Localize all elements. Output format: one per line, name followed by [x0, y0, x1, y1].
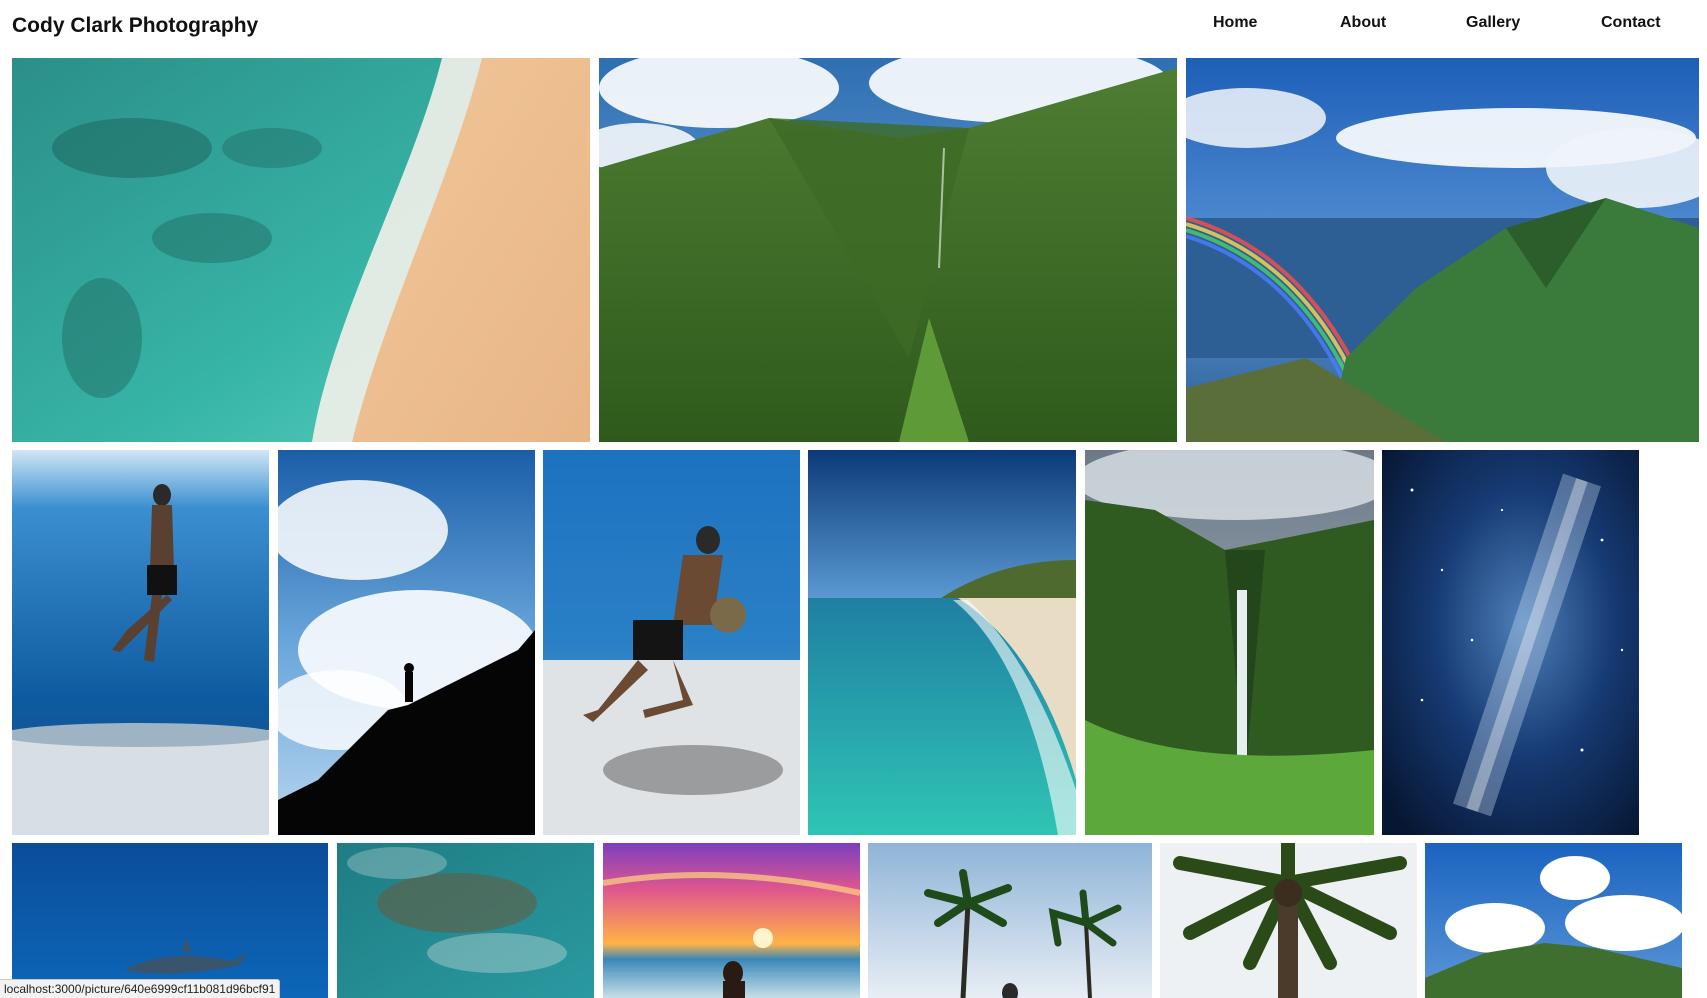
gallery-photo-rainbow-cliffs[interactable]	[1186, 58, 1699, 442]
gallery-photo-dolphin[interactable]	[12, 843, 328, 998]
gallery-photo-palm-from-below[interactable]	[1160, 843, 1417, 998]
photo-image	[1382, 450, 1639, 835]
gallery-photo-cliff-silhouette[interactable]	[278, 450, 535, 835]
gallery-photo-mountain-valley[interactable]	[599, 58, 1177, 442]
gallery-photo-cloud-mountain[interactable]	[1425, 843, 1682, 998]
gallery-photo-freediver-rock[interactable]	[543, 450, 800, 835]
photo-image	[1160, 843, 1417, 998]
photo-image	[1186, 58, 1699, 442]
photo-image	[868, 843, 1152, 998]
photo-image	[1425, 843, 1682, 998]
gallery-photo-waterfall[interactable]	[1085, 450, 1374, 835]
photo-image	[12, 58, 590, 442]
gallery-photo-freediver[interactable]	[12, 450, 269, 835]
nav-gallery-link[interactable]: Gallery	[1466, 14, 1520, 32]
status-bar-url: localhost:3000/picture/640e6999cf11b081d…	[0, 979, 281, 998]
photo-image	[12, 843, 328, 998]
gallery-photo-milky-way[interactable]	[1382, 450, 1639, 835]
nav-about-link[interactable]: About	[1340, 14, 1386, 32]
nav-home-link[interactable]: Home	[1213, 14, 1257, 32]
photo-image	[603, 843, 860, 998]
nav-contact-link[interactable]: Contact	[1601, 14, 1661, 32]
photo-image	[808, 450, 1076, 835]
gallery-photo-palm-trees[interactable]	[868, 843, 1152, 998]
photo-image	[543, 450, 800, 835]
photo-image	[278, 450, 535, 835]
photo-image	[337, 843, 594, 998]
gallery-photo-sunset-beach[interactable]	[603, 843, 860, 998]
site-title[interactable]: Cody Clark Photography	[12, 14, 258, 38]
gallery-photo-turquoise-beach[interactable]	[808, 450, 1076, 835]
photo-image	[599, 58, 1177, 442]
gallery-photo-underwater-surface[interactable]	[337, 843, 594, 998]
gallery-photo-beach-aerial[interactable]	[12, 58, 590, 442]
photo-image	[1085, 450, 1374, 835]
photo-image	[12, 450, 269, 835]
